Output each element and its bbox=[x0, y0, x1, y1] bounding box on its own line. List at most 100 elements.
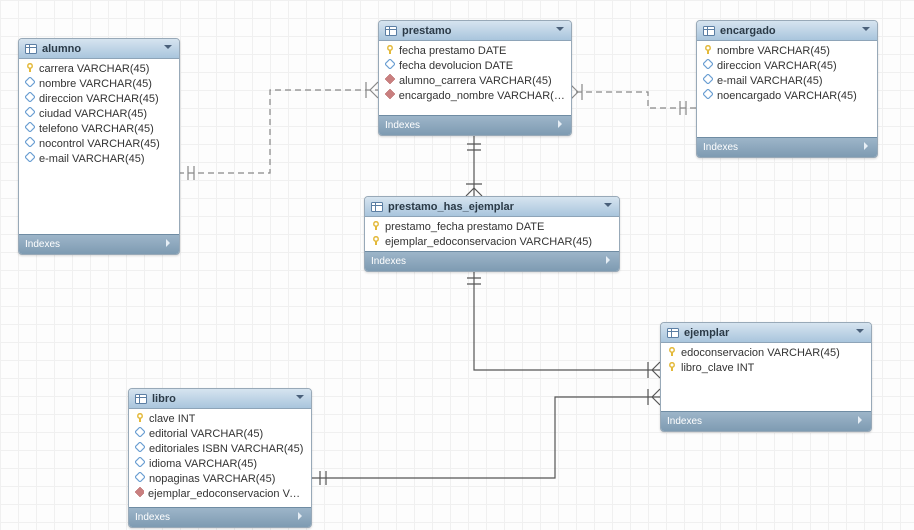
indexes-section[interactable]: Indexes bbox=[19, 234, 179, 254]
chevron-right-icon[interactable] bbox=[855, 415, 865, 428]
table-column[interactable]: editorial VARCHAR(45) bbox=[129, 426, 311, 441]
fk-diamond-icon bbox=[135, 487, 144, 500]
column-label: idioma VARCHAR(45) bbox=[149, 458, 257, 470]
table-column[interactable]: nombre VARCHAR(45) bbox=[697, 43, 877, 58]
column-label: nombre VARCHAR(45) bbox=[717, 45, 830, 57]
column-label: libro_clave INT bbox=[681, 362, 754, 374]
table-column[interactable]: editoriales ISBN VARCHAR(45) bbox=[129, 441, 311, 456]
table-columns: carrera VARCHAR(45)nombre VARCHAR(45)dir… bbox=[19, 59, 179, 234]
table-header[interactable]: prestamo bbox=[379, 21, 571, 41]
key-icon bbox=[667, 361, 677, 374]
chevron-down-icon[interactable] bbox=[603, 200, 613, 213]
key-icon bbox=[371, 220, 381, 233]
table-column[interactable]: encargado_nombre VARCHAR(45) bbox=[379, 88, 571, 103]
indexes-section[interactable]: Indexes bbox=[379, 115, 571, 135]
table-encargado[interactable]: encargado nombre VARCHAR(45)direccion VAR… bbox=[696, 20, 878, 158]
indexes-section[interactable]: Indexes bbox=[697, 137, 877, 157]
chevron-down-icon[interactable] bbox=[555, 24, 565, 37]
erd-canvas[interactable]: { "footerLabel": "Indexes", "icons": { "… bbox=[0, 0, 914, 530]
column-label: e-mail VARCHAR(45) bbox=[717, 75, 823, 87]
table-header[interactable]: libro bbox=[129, 389, 311, 409]
column-label: noencargado VARCHAR(45) bbox=[717, 90, 857, 102]
chevron-right-icon[interactable] bbox=[861, 141, 871, 154]
column-label: telefono VARCHAR(45) bbox=[39, 123, 154, 135]
table-header[interactable]: encargado bbox=[697, 21, 877, 41]
chevron-right-icon[interactable] bbox=[603, 255, 613, 268]
table-column[interactable]: alumno_carrera VARCHAR(45) bbox=[379, 73, 571, 88]
table-column[interactable]: fecha prestamo DATE bbox=[379, 43, 571, 58]
diamond-icon bbox=[135, 472, 145, 485]
table-column[interactable]: direccion VARCHAR(45) bbox=[19, 91, 179, 106]
table-alumno[interactable]: alumnocarrera VARCHAR(45)nombre VARCHAR(… bbox=[18, 38, 180, 255]
diamond-icon bbox=[135, 427, 145, 440]
table-column[interactable]: carrera VARCHAR(45) bbox=[19, 61, 179, 76]
table-column[interactable]: nombre VARCHAR(45) bbox=[19, 76, 179, 91]
table-column[interactable]: ciudad VARCHAR(45) bbox=[19, 106, 179, 121]
table-prestamo[interactable]: prestamo fecha prestamo DATEfecha devoluc… bbox=[378, 20, 572, 136]
chevron-right-icon[interactable] bbox=[295, 511, 305, 524]
table-column[interactable]: ejemplar_edoconservacion VARC... bbox=[129, 486, 311, 501]
key-icon bbox=[371, 235, 381, 248]
column-label: carrera VARCHAR(45) bbox=[39, 63, 149, 75]
table-column[interactable]: noencargado VARCHAR(45) bbox=[697, 88, 877, 103]
column-label: nocontrol VARCHAR(45) bbox=[39, 138, 160, 150]
table-ejemplar[interactable]: ejemplar edoconservacion VARCHAR(45) libro… bbox=[660, 322, 872, 432]
table-columns: nombre VARCHAR(45)direccion VARCHAR(45) e… bbox=[697, 41, 877, 137]
indexes-label: Indexes bbox=[25, 239, 60, 250]
diamond-icon bbox=[135, 457, 145, 470]
table-column[interactable]: nocontrol VARCHAR(45) bbox=[19, 136, 179, 151]
column-label: ejemplar_edoconservacion VARCHAR(45) bbox=[385, 236, 592, 248]
table-header[interactable]: ejemplar bbox=[661, 323, 871, 343]
chevron-right-icon[interactable] bbox=[163, 238, 173, 251]
table-header[interactable]: prestamo_has_ejemplar bbox=[365, 197, 619, 217]
column-label: e-mail VARCHAR(45) bbox=[39, 153, 145, 165]
table-column[interactable]: idioma VARCHAR(45) bbox=[129, 456, 311, 471]
table-column[interactable]: direccion VARCHAR(45) bbox=[697, 58, 877, 73]
indexes-label: Indexes bbox=[385, 120, 420, 131]
chevron-down-icon[interactable] bbox=[163, 42, 173, 55]
column-label: editoriales ISBN VARCHAR(45) bbox=[149, 443, 303, 455]
table-prestamo_has_ejemplar[interactable]: prestamo_has_ejemplar prestamo_fecha pres… bbox=[364, 196, 620, 272]
diamond-icon bbox=[385, 59, 395, 72]
diamond-icon bbox=[25, 77, 35, 90]
table-column[interactable]: libro_clave INT bbox=[661, 360, 871, 375]
diamond-icon bbox=[25, 107, 35, 120]
table-columns: clave INTeditorial VARCHAR(45) editoriale… bbox=[129, 409, 311, 507]
table-column[interactable]: telefono VARCHAR(45) bbox=[19, 121, 179, 136]
chevron-down-icon[interactable] bbox=[295, 392, 305, 405]
table-title: prestamo_has_ejemplar bbox=[388, 201, 514, 213]
table-column[interactable]: ejemplar_edoconservacion VARCHAR(45) bbox=[365, 234, 619, 249]
diamond-icon bbox=[25, 122, 35, 135]
table-column[interactable]: fecha devolucion DATE bbox=[379, 58, 571, 73]
chevron-down-icon[interactable] bbox=[855, 326, 865, 339]
table-column[interactable]: nopaginas VARCHAR(45) bbox=[129, 471, 311, 486]
column-label: prestamo_fecha prestamo DATE bbox=[385, 221, 544, 233]
table-columns: prestamo_fecha prestamo DATE ejemplar_edo… bbox=[365, 217, 619, 251]
chevron-down-icon[interactable] bbox=[861, 24, 871, 37]
table-title: encargado bbox=[720, 25, 776, 37]
table-title: ejemplar bbox=[684, 327, 729, 339]
column-label: clave INT bbox=[149, 413, 195, 425]
indexes-section[interactable]: Indexes bbox=[661, 411, 871, 431]
table-columns: edoconservacion VARCHAR(45) libro_clave I… bbox=[661, 343, 871, 411]
column-label: nopaginas VARCHAR(45) bbox=[149, 473, 275, 485]
key-icon bbox=[135, 412, 145, 425]
diamond-icon bbox=[25, 152, 35, 165]
table-column[interactable]: e-mail VARCHAR(45) bbox=[19, 151, 179, 166]
fk-diamond-icon bbox=[385, 89, 395, 102]
table-libro[interactable]: libro clave INTeditorial VARCHAR(45) edito… bbox=[128, 388, 312, 528]
table-column[interactable]: e-mail VARCHAR(45) bbox=[697, 73, 877, 88]
indexes-section[interactable]: Indexes bbox=[129, 507, 311, 527]
key-icon bbox=[703, 44, 713, 57]
table-column[interactable]: prestamo_fecha prestamo DATE bbox=[365, 219, 619, 234]
table-column[interactable]: edoconservacion VARCHAR(45) bbox=[661, 345, 871, 360]
diamond-icon bbox=[703, 59, 713, 72]
table-column[interactable]: clave INT bbox=[129, 411, 311, 426]
chevron-right-icon[interactable] bbox=[555, 119, 565, 132]
table-header[interactable]: alumno bbox=[19, 39, 179, 59]
indexes-section[interactable]: Indexes bbox=[365, 251, 619, 271]
table-title: prestamo bbox=[402, 25, 452, 37]
indexes-label: Indexes bbox=[371, 256, 406, 267]
table-columns: fecha prestamo DATEfecha devolucion DATE… bbox=[379, 41, 571, 115]
diamond-icon bbox=[25, 92, 35, 105]
